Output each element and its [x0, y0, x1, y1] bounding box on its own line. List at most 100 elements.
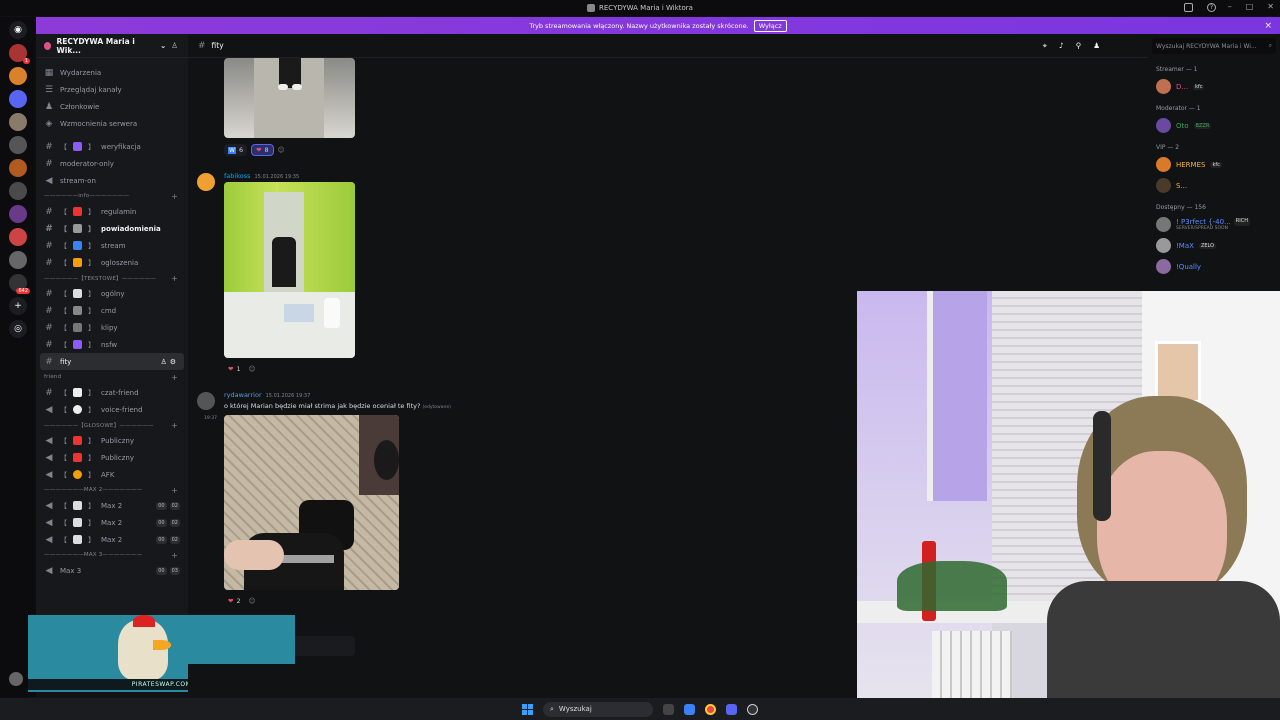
threads-icon[interactable]: ⌖: [1043, 41, 1047, 51]
task-view-icon[interactable]: [663, 703, 674, 715]
guild-header[interactable]: RECYDYWA Maria i Wik... ⌄ ♙: [36, 34, 188, 58]
channel-cmd[interactable]: # 【】 cmd: [36, 302, 188, 319]
channel-voice-friend[interactable]: ◀ 【】 voice-friend: [36, 401, 188, 418]
reaction[interactable]: W6: [224, 144, 248, 156]
attachment-image[interactable]: [224, 182, 355, 358]
member-item[interactable]: Oto BZZR: [1148, 115, 1280, 136]
windows-start-icon[interactable]: [522, 703, 533, 715]
add-channel-icon[interactable]: +: [171, 192, 178, 201]
member-group-header: Dostępny — 156: [1156, 203, 1206, 211]
attachment-image[interactable]: [224, 58, 355, 138]
reaction[interactable]: ❤ 2: [224, 595, 245, 607]
search-input[interactable]: Wyszukaj RECYDYWA Maria i Wi... ⌕: [1152, 38, 1276, 54]
server-icon[interactable]: [9, 205, 27, 223]
channel-powiadomienia[interactable]: # 【】 powiadomienia: [36, 220, 188, 237]
channel-klipy[interactable]: # 【】 klipy: [36, 319, 188, 336]
username[interactable]: fabikoss: [224, 172, 251, 180]
channel-emoji: [73, 224, 82, 233]
category-max2[interactable]: ———————MAX 2——————— +: [36, 483, 188, 497]
channel-weryfikacja[interactable]: # 【】 weryfikacja: [36, 138, 188, 155]
avatar[interactable]: [197, 392, 215, 410]
server-icon[interactable]: [9, 251, 27, 269]
add-server-icon[interactable]: +: [9, 297, 27, 315]
inbox-icon[interactable]: [1184, 3, 1193, 12]
member-item[interactable]: !MaX ZELO: [1148, 235, 1280, 256]
category-max3[interactable]: ———————MAX 3——————— +: [36, 548, 188, 562]
channel-stream[interactable]: # 【】 stream: [36, 237, 188, 254]
channel-publiczny[interactable]: ◀ 【】 Publiczny: [36, 432, 188, 449]
username[interactable]: rydawarrior: [224, 391, 262, 399]
explorer-icon[interactable]: [684, 703, 695, 715]
sidebar-item-browse[interactable]: ☰ Przeglądaj kanały: [36, 81, 188, 98]
server-icon[interactable]: [9, 67, 27, 85]
member-item[interactable]: S...: [1148, 175, 1280, 196]
channel-ogolny[interactable]: # 【】 ogólny: [36, 285, 188, 302]
channel-ogloszenia[interactable]: # 【】 ogloszenia: [36, 254, 188, 271]
sidebar-item-members[interactable]: ♟ Członkowie: [36, 98, 188, 115]
invite-icon[interactable]: ♙: [171, 41, 178, 50]
category-glosowe[interactable]: ——————【GŁOSOWE】—————— +: [36, 418, 188, 432]
taskbar-search-input[interactable]: ⌕ Wyszukaj: [543, 701, 653, 717]
add-reaction-icon[interactable]: ☺: [249, 597, 256, 605]
help-icon[interactable]: ?: [1207, 3, 1216, 12]
member-item[interactable]: D... kfc: [1148, 76, 1280, 97]
channel-max-2[interactable]: ◀ 【】 Max 2 00 02: [36, 497, 188, 514]
sidebar-item-events[interactable]: ▦ Wydarzenia: [36, 64, 188, 81]
discord-home-icon[interactable]: ◉: [9, 21, 27, 39]
category-info[interactable]: ——————info——————— +: [36, 189, 188, 203]
add-reaction-icon[interactable]: ☺: [249, 365, 256, 373]
obs-icon[interactable]: [747, 703, 758, 715]
channel-czat-friend[interactable]: # 【】 czat-friend: [36, 384, 188, 401]
gear-icon[interactable]: ⚙: [170, 358, 176, 366]
server-icon[interactable]: [9, 136, 27, 154]
channel-stream-on[interactable]: ◀ stream-on: [36, 172, 188, 189]
category-tekstowe[interactable]: ——————【TEKSTOWE】—————— +: [36, 271, 188, 285]
chrome-icon[interactable]: [705, 703, 716, 715]
server-icon[interactable]: 1: [9, 44, 30, 64]
avatar[interactable]: [197, 173, 215, 191]
channel-regulamin[interactable]: # 【】 regulamin: [36, 203, 188, 220]
attachment-image[interactable]: [224, 415, 399, 590]
server-icon[interactable]: [9, 159, 27, 177]
reaction[interactable]: ❤ 1: [224, 363, 245, 375]
minimize-button[interactable]: –: [1228, 2, 1232, 11]
add-channel-icon[interactable]: +: [171, 551, 178, 560]
add-channel-icon[interactable]: +: [171, 421, 178, 430]
server-icon[interactable]: [9, 228, 27, 246]
server-icon[interactable]: [9, 113, 27, 131]
channel-max-2[interactable]: ◀ 【】 Max 2 00 02: [36, 531, 188, 548]
close-window-button[interactable]: ✕: [1267, 2, 1274, 11]
channel-afk[interactable]: ◀ 【】 AFK: [36, 466, 188, 483]
server-icon[interactable]: 642: [9, 274, 30, 294]
invite-icon[interactable]: ♙: [160, 358, 166, 366]
close-banner-button[interactable]: ×: [1264, 21, 1272, 31]
channel-fity[interactable]: # fity ♙ ⚙: [40, 353, 184, 370]
add-channel-icon[interactable]: +: [171, 373, 178, 382]
member-item[interactable]: HERMES kfc: [1148, 154, 1280, 175]
channel-nsfw[interactable]: # 【】 nsfw: [36, 336, 188, 353]
channel-max-2[interactable]: ◀ 【】 Max 2 00 02: [36, 514, 188, 531]
maximize-button[interactable]: □: [1246, 2, 1254, 11]
disable-streamer-mode-button[interactable]: Wyłącz: [753, 19, 787, 32]
category-friend[interactable]: friend +: [36, 370, 188, 384]
server-icon[interactable]: [9, 90, 27, 108]
user-panel: [0, 664, 28, 698]
server-icon[interactable]: [9, 182, 27, 200]
reaction[interactable]: ❤ 8: [251, 144, 274, 156]
discord-icon[interactable]: [726, 703, 737, 715]
pin-icon[interactable]: ⚲: [1076, 41, 1082, 50]
add-channel-icon[interactable]: +: [171, 274, 178, 283]
channel-max-3[interactable]: ◀ Max 3 00 03: [36, 562, 188, 579]
bell-icon[interactable]: ♪: [1059, 41, 1064, 50]
member-item[interactable]: !Qually: [1148, 256, 1280, 277]
add-reaction-icon[interactable]: ☺: [278, 146, 285, 154]
add-channel-icon[interactable]: +: [171, 486, 178, 495]
channel-moderator-only[interactable]: # moderator-only: [36, 155, 188, 172]
channel-publiczny[interactable]: ◀ 【】 Publiczny: [36, 449, 188, 466]
discover-icon[interactable]: ◎: [9, 320, 27, 338]
member-list-icon[interactable]: ♟: [1093, 41, 1100, 50]
avatar[interactable]: [9, 672, 23, 686]
member-item[interactable]: ! P3rfect {-40... RICH SERVER/SPREAD SOON: [1148, 214, 1280, 235]
message-input[interactable]: [188, 664, 857, 698]
sidebar-item-boosts[interactable]: ◈ Wzmocnienia serwera: [36, 115, 188, 132]
